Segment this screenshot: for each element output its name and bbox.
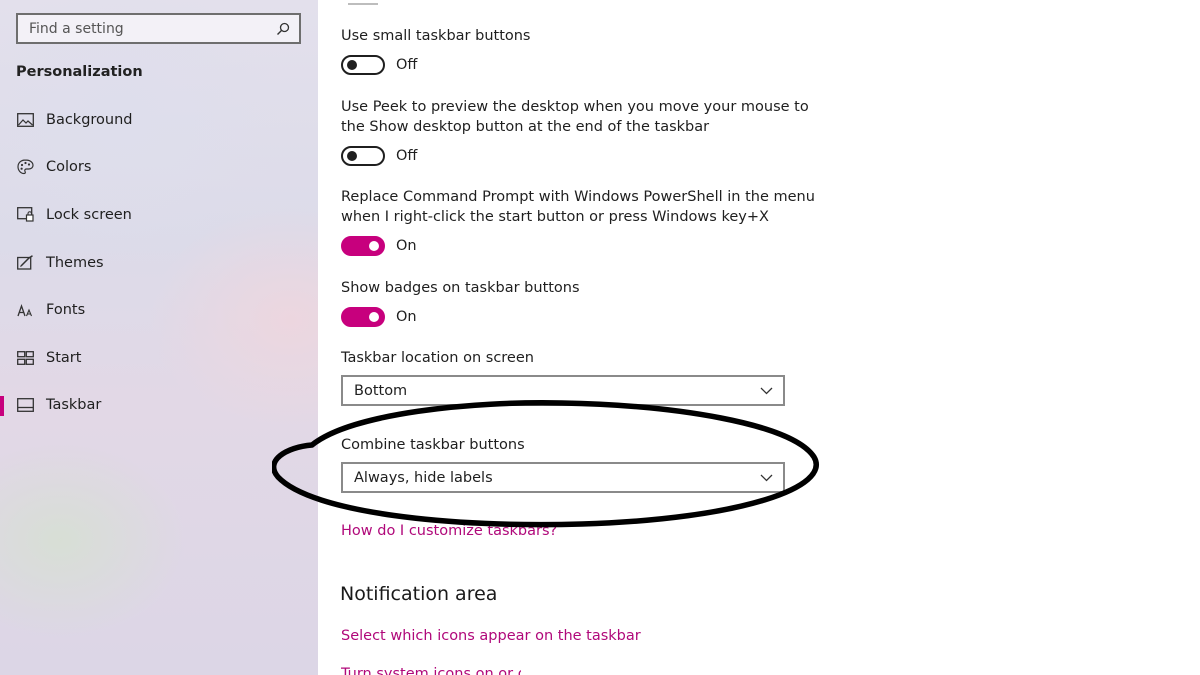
system-icons-link[interactable]: Turn system icons on or off: [341, 666, 521, 675]
peek-toggle[interactable]: [341, 146, 385, 166]
toggle-state: Off: [396, 57, 418, 73]
toggle-knob: [347, 151, 357, 161]
setting-label-line2: the Show desktop button at the end of th…: [341, 119, 710, 135]
sidebar-item-taskbar[interactable]: Taskbar: [0, 382, 318, 430]
taskbar-location-dropdown[interactable]: Bottom: [341, 375, 785, 406]
combine-buttons-dropdown[interactable]: Always, hide labels: [341, 462, 785, 493]
setting-label: Show badges on taskbar buttons: [341, 280, 580, 296]
search-icon[interactable]: [275, 21, 291, 37]
sidebar-item-label: Background: [46, 111, 133, 128]
sidebar-item-label: Start: [46, 349, 82, 366]
sidebar-item-start[interactable]: Start: [0, 334, 318, 382]
search-box[interactable]: [16, 13, 301, 44]
powershell-toggle[interactable]: [341, 236, 385, 256]
themes-icon: [16, 254, 34, 272]
select-icons-link[interactable]: Select which icons appear on the taskbar: [341, 628, 641, 644]
toggle-state: On: [396, 309, 417, 325]
badges-toggle[interactable]: [341, 307, 385, 327]
sidebar-item-colors[interactable]: Colors: [0, 144, 318, 192]
sidebar-item-themes[interactable]: Themes: [0, 239, 318, 287]
sidebar-item-label: Lock screen: [46, 206, 132, 223]
palette-icon: [16, 158, 34, 176]
taskbar-icon: [16, 396, 34, 414]
scrolled-divider: [348, 0, 378, 5]
setting-label-line1: Replace Command Prompt with Windows Powe…: [341, 189, 815, 205]
notification-area-heading: Notification area: [340, 583, 498, 605]
chevron-down-icon: [759, 471, 773, 485]
settings-sidebar: Personalization Background Colors Lock s…: [0, 0, 318, 675]
setting-label: Use small taskbar buttons: [341, 28, 531, 44]
sidebar-item-lock-screen[interactable]: Lock screen: [0, 191, 318, 239]
location-label: Taskbar location on screen: [341, 350, 534, 366]
dropdown-value: Bottom: [354, 382, 408, 399]
sidebar-item-label: Taskbar: [46, 397, 102, 414]
setting-label-line2: when I right-click the start button or p…: [341, 209, 769, 225]
sidebar-nav: Background Colors Lock screen Themes Fon…: [0, 96, 318, 429]
toggle-knob: [347, 60, 357, 70]
sidebar-item-label: Colors: [46, 159, 92, 176]
toggle-state: On: [396, 238, 417, 254]
start-icon: [16, 349, 34, 367]
system-icons-link-clip: Turn system icons on or off: [341, 666, 521, 675]
fonts-icon: [16, 301, 34, 319]
toggle-state: Off: [396, 148, 418, 164]
sidebar-item-label: Fonts: [46, 302, 86, 319]
sidebar-item-background[interactable]: Background: [0, 96, 318, 144]
small-buttons-toggle[interactable]: [341, 55, 385, 75]
setting-label-line1: Use Peek to preview the desktop when you…: [341, 99, 809, 115]
customize-taskbars-link[interactable]: How do I customize taskbars?: [341, 523, 557, 539]
lock-screen-icon: [16, 206, 34, 224]
settings-content: Use small taskbar buttons Off Use Peek t…: [318, 0, 1200, 675]
chevron-down-icon: [759, 384, 773, 398]
dropdown-value: Always, hide labels: [354, 469, 493, 486]
image-icon: [16, 111, 34, 129]
toggle-knob: [369, 241, 379, 251]
section-title: Personalization: [16, 64, 143, 80]
toggle-knob: [369, 312, 379, 322]
sidebar-item-fonts[interactable]: Fonts: [0, 286, 318, 334]
sidebar-item-label: Themes: [46, 254, 104, 271]
search-input[interactable]: [29, 20, 275, 37]
combine-label: Combine taskbar buttons: [341, 437, 525, 453]
